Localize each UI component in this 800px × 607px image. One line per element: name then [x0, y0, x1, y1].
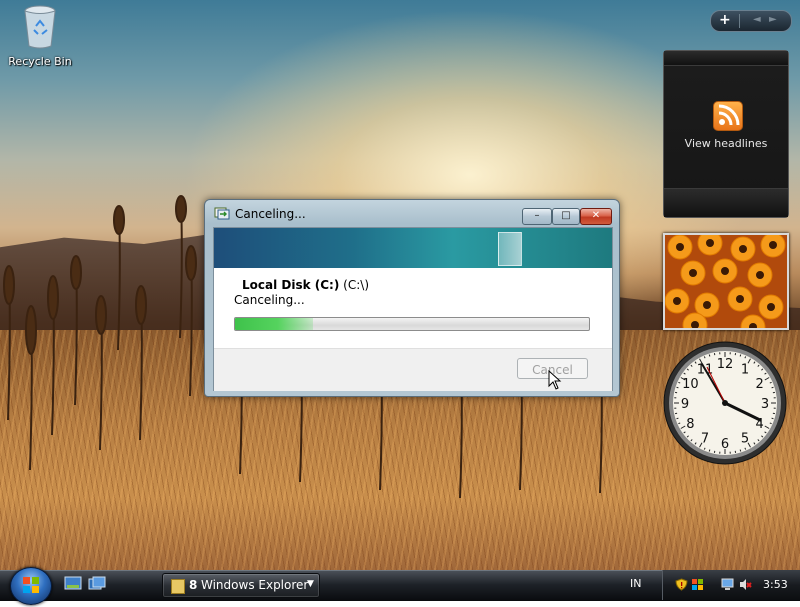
slideshow-gadget[interactable]	[663, 233, 789, 330]
clock-tick	[677, 418, 679, 419]
clock-tick	[677, 387, 679, 388]
clock-number: 6	[721, 437, 729, 452]
maximize-icon: □	[553, 209, 579, 224]
flower-center	[721, 267, 729, 275]
grass-seed-head	[71, 256, 81, 289]
clock-tick	[709, 355, 710, 357]
clock-number: 9	[681, 397, 689, 412]
dialog-title: Canceling...	[235, 207, 306, 221]
add-gadget-button[interactable]: +	[719, 12, 731, 28]
previous-page-button[interactable]: ◄	[753, 14, 761, 25]
gadget-top-bar	[664, 51, 788, 66]
clock-tick	[740, 355, 741, 357]
mouse-pointer-icon	[548, 370, 562, 390]
rss-feed-icon	[713, 101, 743, 131]
clock-pivot	[722, 400, 728, 406]
taskbar-item-label: Windows Explorer	[201, 578, 308, 592]
dialog-body: Local Disk (C:) (C:\) Canceling... Cance…	[213, 227, 613, 391]
flower-center	[673, 297, 681, 305]
language-indicator[interactable]: IN	[630, 577, 641, 590]
grass-seed-head	[176, 196, 186, 222]
notification-area: 3:53	[662, 570, 800, 600]
minimize-icon: –	[523, 209, 551, 224]
grass-seed-head	[48, 276, 58, 319]
flower-center	[706, 239, 714, 247]
maximize-button[interactable]: □	[552, 208, 580, 225]
sidebar-controls: + ◄ ►	[710, 10, 792, 32]
folder-icon	[171, 579, 185, 594]
flower-center	[769, 241, 777, 249]
progress-bar-fill	[235, 318, 313, 330]
clock-tick	[709, 450, 710, 452]
flower-center	[739, 245, 747, 253]
dialog-titlebar[interactable]: Canceling... – □ ✕	[205, 200, 619, 226]
clock-number: 7	[701, 432, 709, 447]
grass-seed-head	[114, 206, 124, 234]
clock-number: 1	[741, 362, 749, 377]
flower-center	[689, 269, 697, 277]
feed-headlines-gadget[interactable]: View headlines	[663, 50, 789, 218]
flower-center	[756, 271, 764, 279]
network-icon[interactable]	[721, 578, 734, 591]
switch-windows-icon[interactable]	[88, 576, 106, 592]
window-count: 8	[189, 578, 197, 592]
flower-center	[767, 303, 775, 311]
clock-number: 3	[761, 397, 769, 412]
chevron-down-icon: ▼	[307, 579, 314, 589]
clock-number: 10	[682, 377, 699, 392]
clock-number: 5	[741, 432, 749, 447]
windows-logo-icon	[11, 568, 51, 604]
windows-flag-icon[interactable]	[691, 578, 704, 591]
clock-number: 8	[686, 417, 694, 432]
sidebar-controls-divider	[739, 14, 740, 28]
close-button[interactable]: ✕	[580, 208, 612, 225]
recycle-bin-shortcut[interactable]: Recycle Bin	[8, 4, 72, 68]
clock-tick	[772, 387, 774, 388]
minimize-button[interactable]: –	[522, 208, 552, 225]
gadget-bottom-bar	[664, 188, 788, 217]
taskbar-windows-explorer-group[interactable]: 8 Windows Explorer ▼	[162, 573, 320, 598]
show-desktop-icon[interactable]	[64, 576, 82, 592]
recycle-bin-icon	[20, 4, 60, 50]
flower-center	[736, 295, 744, 303]
banner-animation-glass	[498, 232, 522, 266]
grass-seed-head	[136, 286, 146, 324]
clock-gadget[interactable]: 121234567891011	[662, 340, 788, 466]
recycle-bin-label: Recycle Bin	[8, 55, 72, 68]
clock-number: 12	[717, 357, 734, 372]
source-line: Local Disk (C:) (C:\)	[242, 278, 369, 292]
operation-status: Canceling...	[234, 293, 305, 307]
grass-seed-head	[4, 266, 14, 304]
flowers-photo	[665, 235, 787, 328]
canceling-dialog: Canceling... – □ ✕ Local Disk (C:) (C:\)…	[204, 199, 620, 397]
clock-tick	[772, 418, 774, 419]
flower-center	[703, 301, 711, 309]
clock-number: 2	[755, 377, 763, 392]
grass-seed-head	[186, 246, 196, 280]
file-copy-icon	[214, 207, 230, 220]
security-shield-icon[interactable]	[675, 578, 688, 591]
volume-muted-icon[interactable]	[739, 578, 752, 591]
flower-center	[676, 243, 684, 251]
next-page-button[interactable]: ►	[769, 14, 777, 25]
grass-seed-head	[96, 296, 106, 334]
clock-time[interactable]: 3:53	[763, 578, 788, 591]
source-name: Local Disk (C:)	[242, 278, 339, 292]
progress-bar	[234, 317, 590, 331]
clock-tick	[740, 450, 741, 452]
view-headlines-link[interactable]: View headlines	[664, 137, 788, 150]
source-path: (C:\)	[343, 278, 369, 292]
grass-seed-head	[26, 306, 36, 354]
start-button[interactable]	[10, 567, 52, 605]
close-icon: ✕	[581, 209, 611, 224]
dialog-banner	[214, 228, 612, 268]
